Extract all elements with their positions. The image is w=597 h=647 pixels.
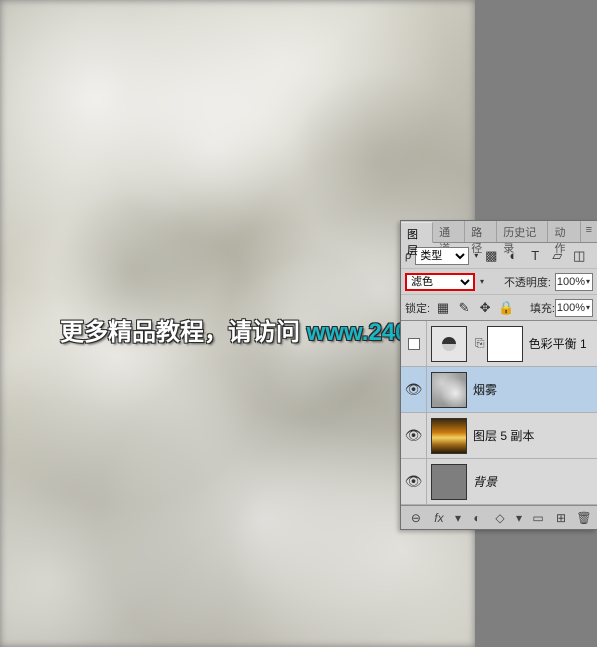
tab-layers[interactable]: 图层 (401, 222, 433, 243)
filter-adjust-icon[interactable]: ◐ (504, 247, 522, 265)
filter-type-select[interactable]: 类型 (415, 247, 469, 265)
link-layers-icon[interactable]: ⊖ (409, 511, 423, 525)
fx-icon[interactable]: fx (432, 511, 446, 525)
eye-icon: 👁 (405, 427, 423, 444)
panel-footer: ⊖ fx▾ ◐ ◇▾ ▭ ⊞ 🗑 (401, 505, 597, 529)
add-mask-icon[interactable]: ◐ (470, 511, 484, 525)
opacity-value[interactable]: 100%▾ (555, 273, 593, 291)
adjustment-layer-icon[interactable]: ◇ (493, 511, 507, 525)
layer-row-smoke[interactable]: 👁 烟雾 (401, 367, 597, 413)
layer-thumb[interactable] (431, 372, 467, 408)
tab-paths[interactable]: 路径 (465, 221, 497, 242)
chevron-down-icon: ▾ (474, 251, 478, 260)
filter-smart-icon[interactable]: ◫ (570, 247, 588, 265)
panel-menu-icon[interactable]: ≡ (581, 221, 597, 242)
layer-name[interactable]: 背景 (473, 473, 497, 490)
opacity-label: 不透明度: (504, 274, 551, 290)
layer-name[interactable]: 烟雾 (473, 381, 497, 398)
tab-history[interactable]: 历史记录 (497, 221, 548, 242)
eye-icon: 👁 (405, 381, 423, 398)
layer-list: ⎘ 色彩平衡 1 👁 烟雾 👁 图层 5 副本 👁 背景 (401, 321, 597, 505)
chevron-down-icon: ▾ (480, 277, 484, 286)
fill-value[interactable]: 100%▾ (555, 299, 593, 317)
watermark-lead: 更多精品教程，请访问 (60, 319, 307, 346)
layer-thumb[interactable] (431, 464, 467, 500)
layer-row-background[interactable]: 👁 背景 (401, 459, 597, 505)
layer-name[interactable]: 图层 5 副本 (473, 427, 534, 444)
lock-transparency-icon[interactable]: ▦ (434, 299, 452, 317)
layer-filter-row: ρ 类型 ▾ ▩ ◐ T ▱ ◫ (401, 243, 597, 269)
lock-pixels-icon[interactable]: ✎ (455, 299, 473, 317)
layer-mask-thumb[interactable] (487, 326, 523, 362)
filter-type-icon[interactable]: T (526, 247, 544, 265)
visibility-toggle[interactable]: 👁 (401, 367, 427, 412)
checkbox-icon (408, 338, 420, 350)
visibility-toggle[interactable]: 👁 (401, 459, 427, 504)
tab-channels[interactable]: 通道 (433, 221, 465, 242)
blend-mode-select[interactable]: 滤色 (405, 273, 475, 291)
color-balance-icon (442, 337, 456, 351)
filter-shape-icon[interactable]: ▱ (548, 247, 566, 265)
panel-tabs: 图层 通道 路径 历史记录 动作 ≡ (401, 221, 597, 243)
link-icon: ⎘ (475, 336, 485, 351)
eye-icon: 👁 (405, 473, 423, 490)
visibility-toggle[interactable] (401, 321, 427, 366)
layer-name[interactable]: 色彩平衡 1 (529, 335, 587, 352)
layer-row-color-balance[interactable]: ⎘ 色彩平衡 1 (401, 321, 597, 367)
filter-pixel-icon[interactable]: ▩ (482, 247, 500, 265)
layers-panel: 图层 通道 路径 历史记录 动作 ≡ ρ 类型 ▾ ▩ ◐ T ▱ ◫ 滤色 ▾… (400, 220, 597, 530)
fill-label: 填充: (530, 300, 555, 316)
layer-row-layer5copy[interactable]: 👁 图层 5 副本 (401, 413, 597, 459)
delete-layer-icon[interactable]: 🗑 (577, 511, 591, 525)
lock-row: 锁定: ▦ ✎ ✥ 🔒 填充: 100%▾ (401, 295, 597, 321)
layer-thumb[interactable] (431, 418, 467, 454)
group-icon[interactable]: ▭ (531, 511, 545, 525)
lock-label: 锁定: (405, 300, 430, 316)
lock-position-icon[interactable]: ✥ (476, 299, 494, 317)
lock-all-icon[interactable]: 🔒 (497, 299, 515, 317)
blend-row: 滤色 ▾ 不透明度: 100%▾ (401, 269, 597, 295)
visibility-toggle[interactable]: 👁 (401, 413, 427, 458)
new-layer-icon[interactable]: ⊞ (554, 511, 568, 525)
tab-actions[interactable]: 动作 (548, 221, 580, 242)
adjustment-thumb[interactable] (431, 326, 467, 362)
